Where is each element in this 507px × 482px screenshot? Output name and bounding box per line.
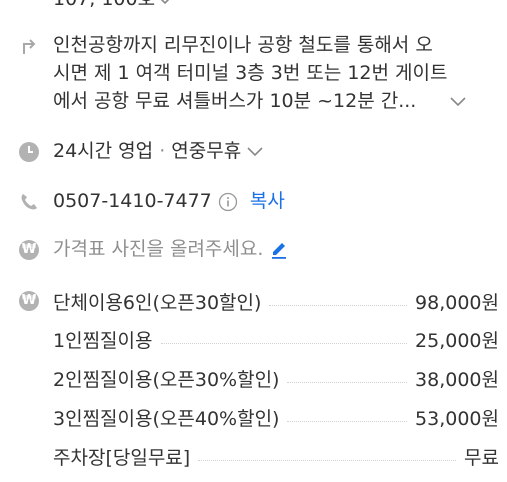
dotted-divider bbox=[160, 342, 408, 344]
clock-icon bbox=[19, 142, 39, 162]
won-icon: ₩ bbox=[19, 291, 39, 311]
dotted-divider bbox=[269, 304, 408, 306]
price-photo-prompt[interactable]: 가격표 사진을 올려주세요. bbox=[53, 238, 263, 260]
phone-icon bbox=[21, 194, 37, 210]
phone-row: 0507-1410-7477 복사 bbox=[0, 188, 507, 216]
address-text: 107, 100호 bbox=[53, 0, 155, 13]
hours-separator: · bbox=[159, 140, 166, 162]
phone-number[interactable]: 0507-1410-7477 bbox=[53, 190, 212, 212]
hours-holiday: 연중무휴 bbox=[171, 140, 242, 162]
won-icon: ₩ bbox=[19, 240, 39, 260]
directions-line-2: 시면 제 1 여객 터미널 3층 3번 또는 12번 게이트 bbox=[53, 62, 448, 84]
price-item-value: 38,000원 bbox=[415, 368, 499, 391]
hours-text: 24시간 영업 · 연중무휴 bbox=[53, 138, 263, 165]
price-item-value: 53,000원 bbox=[415, 407, 499, 430]
dotted-divider bbox=[287, 420, 408, 422]
hours-row[interactable]: 24시간 영업 · 연중무휴 bbox=[0, 138, 507, 166]
price-item-value: 98,000원 bbox=[415, 291, 499, 314]
price-list: ₩ 단체이용6인(오픈30할인) 98,000원 1인찜질이용 25,000원 … bbox=[0, 286, 507, 476]
hours-status: 24시간 영업 bbox=[53, 140, 154, 162]
directions-line-3: 에서 공항 무료 셔틀버스가 10분 ~12분 간... bbox=[53, 90, 417, 112]
chevron-down-icon[interactable] bbox=[158, 0, 172, 5]
directions-line-1: 인천공항까지 리무진이나 공항 철도를 통해서 오 bbox=[53, 34, 433, 56]
price-photo-text: 가격표 사진을 올려주세요. bbox=[53, 236, 289, 263]
price-item: 단체이용6인(오픈30할인) 98,000원 bbox=[53, 286, 499, 316]
directions-row[interactable]: 인천공항까지 리무진이나 공항 철도를 통해서 오 시면 제 1 여객 터미널 … bbox=[0, 32, 507, 116]
info-icon[interactable] bbox=[218, 192, 238, 212]
chevron-down-icon[interactable] bbox=[450, 97, 466, 107]
pencil-icon[interactable] bbox=[269, 240, 289, 260]
directions-arrow-icon bbox=[23, 39, 36, 54]
price-item-name: 3인찜질이용(오픈40%할인) bbox=[53, 407, 280, 430]
price-item: 주차장[당일무료] 무료 bbox=[53, 441, 499, 471]
price-item-name: 주차장[당일무료] bbox=[53, 446, 191, 469]
price-photo-row[interactable]: ₩ 가격표 사진을 올려주세요. bbox=[0, 236, 507, 264]
price-item: 2인찜질이용(오픈30%할인) 38,000원 bbox=[53, 363, 499, 393]
phone-text: 0507-1410-7477 복사 bbox=[53, 188, 285, 215]
dotted-divider bbox=[287, 381, 408, 383]
dotted-divider bbox=[198, 459, 457, 461]
copy-button[interactable]: 복사 bbox=[250, 190, 285, 212]
price-item-value: 25,000원 bbox=[415, 329, 499, 352]
price-item: 3인찜질이용(오픈40%할인) 53,000원 bbox=[53, 402, 499, 432]
price-item-value: 무료 bbox=[464, 446, 499, 469]
price-item-name: 2인찜질이용(오픈30%할인) bbox=[53, 368, 280, 391]
price-item: 1인찜질이용 25,000원 bbox=[53, 324, 499, 354]
price-item-name: 1인찜질이용 bbox=[53, 329, 153, 352]
chevron-down-icon[interactable] bbox=[247, 146, 263, 157]
price-item-name: 단체이용6인(오픈30할인) bbox=[53, 291, 262, 314]
